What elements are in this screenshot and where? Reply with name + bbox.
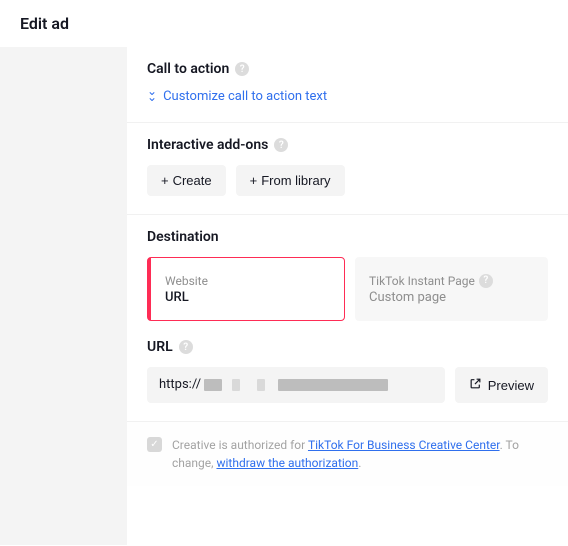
sidebar <box>0 47 127 545</box>
destination-title: Destination <box>147 229 219 245</box>
help-icon[interactable]: ? <box>179 340 193 354</box>
external-link-icon <box>469 377 482 393</box>
create-addon-label: Create <box>173 173 212 188</box>
call-to-action-section: Call to action ? ⌄⌄ Customize call to ac… <box>127 47 568 123</box>
customize-cta-link[interactable]: ⌄⌄ Customize call to action text <box>147 89 548 104</box>
preview-button[interactable]: Preview <box>455 367 548 403</box>
interactive-addons-title: Interactive add-ons <box>147 137 268 153</box>
create-addon-button[interactable]: + Create <box>147 165 226 196</box>
from-library-button[interactable]: + From library <box>236 165 345 196</box>
help-icon[interactable]: ? <box>479 274 493 288</box>
from-library-label: From library <box>261 173 330 188</box>
url-title: URL <box>147 339 173 355</box>
plus-icon: + <box>250 173 258 188</box>
url-input[interactable]: https:// <box>147 367 445 403</box>
withdraw-authorization-link[interactable]: withdraw the authorization <box>216 456 358 470</box>
destination-instant-page-label: TikTok Instant Page <box>369 274 475 288</box>
preview-label: Preview <box>488 378 534 393</box>
destination-website-value: URL <box>165 290 330 305</box>
page-title: Edit ad <box>0 0 568 47</box>
main-panel: Call to action ? ⌄⌄ Customize call to ac… <box>127 47 568 545</box>
call-to-action-title: Call to action <box>147 61 229 77</box>
destination-website-label: Website <box>165 274 330 288</box>
destination-instant-page-card[interactable]: TikTok Instant Page ? Custom page <box>355 257 548 321</box>
authorization-text: Creative is authorized for TikTok For Bu… <box>172 436 548 472</box>
destination-instant-page-value: Custom page <box>369 290 534 305</box>
creative-center-link[interactable]: TikTok For Business Creative Center <box>308 438 500 452</box>
destination-section: Destination Website URL TikTok Instant P… <box>127 215 568 422</box>
help-icon[interactable]: ? <box>274 138 288 152</box>
authorization-footer: ✓ Creative is authorized for TikTok For … <box>127 422 568 486</box>
plus-icon: + <box>161 173 169 188</box>
destination-website-card[interactable]: Website URL <box>147 257 345 321</box>
help-icon[interactable]: ? <box>235 62 249 76</box>
authorization-checkbox[interactable]: ✓ <box>147 437 162 452</box>
customize-cta-text: Customize call to action text <box>163 89 327 104</box>
chevron-down-icon: ⌄⌄ <box>147 91 157 103</box>
interactive-addons-section: Interactive add-ons ? + Create + From li… <box>127 123 568 215</box>
